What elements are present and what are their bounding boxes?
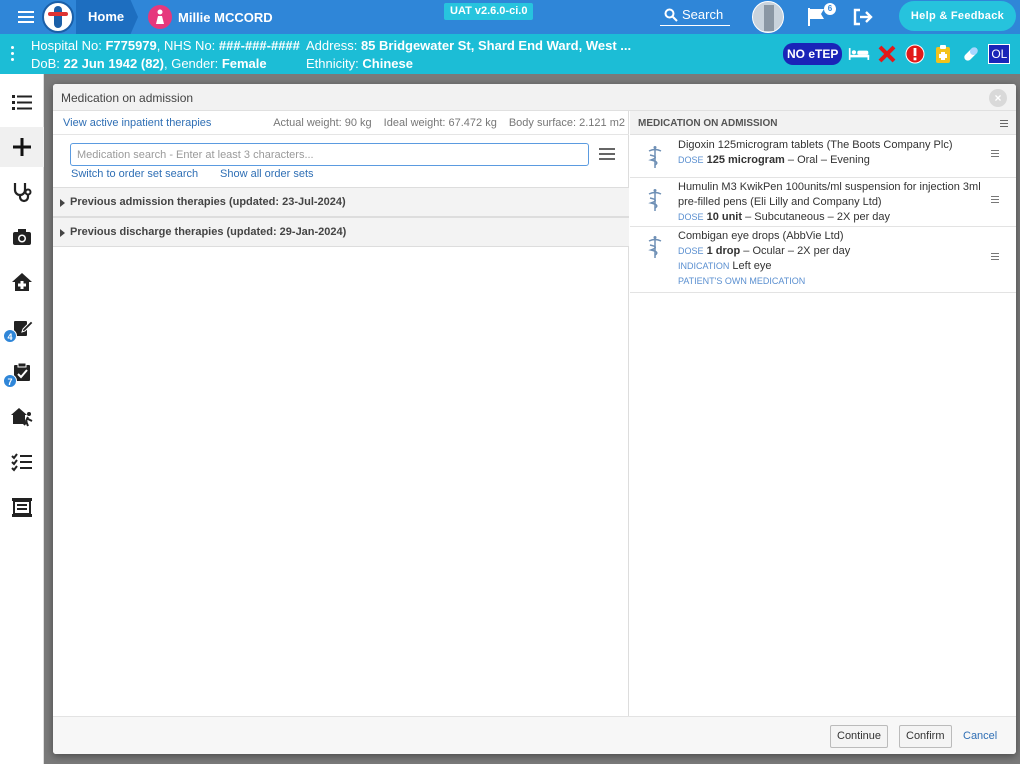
logout-button[interactable] [852,7,874,27]
sidebar-item-tasks[interactable]: 7 [0,352,44,392]
plus-icon [13,138,31,156]
medication-indication: INDICATION Left eye [678,260,772,272]
medication-search-input[interactable] [70,143,589,166]
medication-search-pane: View active inpatient therapies Actual w… [53,111,629,716]
medication-item[interactable]: Combigan eye drops (AbbVie Ltd) DOSE 1 d… [630,227,1016,293]
drag-handle-icon[interactable] [991,196,999,205]
medication-name: Digoxin 125microgram tablets (The Boots … [678,139,953,151]
medication-name: Humulin M3 KwikPen 100units/ml suspensio… [678,181,981,208]
sidebar-item-list[interactable] [0,82,44,122]
patient-banner: Hospital No: F775979, NHS No: ###-###-##… [0,34,1020,74]
search-label: Search [682,7,724,22]
sidebar-item-add[interactable] [0,127,44,167]
dialog-footer: Continue Confirm Cancel [53,716,1016,754]
house-medical-icon [12,273,32,291]
top-navigation-bar: Home Millie MCCORD UAT v2.6.0-ci.0 Searc… [0,0,1020,34]
search-icon [664,8,678,22]
caduceus-icon [648,189,662,211]
camera-icon [13,229,31,245]
sidebar-item-checklist[interactable] [0,442,44,482]
cancel-link[interactable]: Cancel [963,730,997,742]
drag-handle-icon[interactable] [991,150,999,159]
actual-weight: Actual weight: 90 kg [273,117,372,129]
caduceus-icon [648,236,662,258]
pill-icon[interactable] [960,43,982,65]
caret-right-icon [60,199,65,207]
flag-count-badge: 6 [824,3,836,15]
stethoscope-icon [13,183,32,203]
caret-right-icon [60,229,65,237]
patients-own-medication-tag: PATIENT'S OWN MEDICATION [678,276,806,286]
patient-demographics: DoB: 22 Jun 1942 (82), Gender: Female [31,56,267,71]
sidebar-item-discharge[interactable] [0,397,44,437]
help-feedback-button[interactable]: Help & Feedback [899,1,1016,31]
medication-item[interactable]: Digoxin 125microgram tablets (The Boots … [630,135,1016,178]
logout-icon [853,8,873,26]
user-avatar[interactable] [752,1,784,33]
previous-admission-therapies-accordion[interactable]: Previous admission therapies (updated: 2… [53,187,629,217]
medication-name: Combigan eye drops (AbbVie Ltd) [678,230,844,242]
patient-measurements-row: View active inpatient therapies Actual w… [53,111,629,135]
patient-address: Address: 85 Bridgewater St, Shard End Wa… [306,38,632,53]
ideal-weight: Ideal weight: 67.472 kg [383,117,497,129]
medication-dose: DOSE 10 unit – Subcutaneous – 2X per day [678,211,891,223]
breadcrumb-patient[interactable]: Millie MCCORD [148,0,273,34]
ward-board-icon [12,498,32,517]
previous-discharge-therapies-accordion[interactable]: Previous discharge therapies (updated: 2… [53,217,629,247]
search-options-menu-icon[interactable] [599,148,615,160]
no-etep-badge[interactable]: NO eTEP [783,43,843,65]
caduceus-icon [648,146,662,168]
clipboard-icon[interactable] [932,43,954,65]
list-icon [12,95,32,110]
medication-dose: DOSE 1 drop – Ocular – 2X per day [678,245,851,257]
show-all-order-sets-link[interactable]: Show all order sets [220,168,314,180]
flags-button[interactable]: 6 [806,3,836,28]
global-search-button[interactable]: Search [660,4,730,26]
medication-dose: DOSE 125 microgram – Oral – Evening [678,154,870,166]
medication-item[interactable]: Humulin M3 KwikPen 100units/ml suspensio… [630,178,1016,227]
continue-button[interactable]: Continue [830,725,889,748]
list-title: MEDICATION ON ADMISSION [638,118,778,129]
menu-icon[interactable] [18,11,34,23]
medication-on-admission-list: MEDICATION ON ADMISSION Digoxin 125micro… [630,111,1016,716]
ol-badge[interactable]: OL [988,44,1011,64]
drag-handle-icon[interactable] [991,253,999,262]
patient-ethnicity: Ethnicity: Chinese [306,56,413,71]
app-logo[interactable] [42,1,74,33]
confirm-button[interactable]: Confirm [899,725,952,748]
patient-name: Millie MCCORD [178,9,273,25]
checklist-icon [11,453,32,472]
list-header: MEDICATION ON ADMISSION [630,111,1016,135]
sidebar-item-prescriptions[interactable]: 4 [0,307,44,347]
female-patient-icon [148,5,172,29]
patient-banner-menu-icon[interactable] [11,46,15,64]
body-surface: Body surface: 2.121 m2 [508,117,625,129]
left-sidebar: 4 7 [0,74,44,764]
cross-alert-icon[interactable] [876,43,898,65]
dialog-title: Medication on admission [61,91,194,105]
tasks-count-badge: 7 [3,374,17,388]
environment-tag: UAT v2.6.0-ci.0 [444,3,534,20]
sidebar-item-camera[interactable] [0,217,44,257]
sidebar-item-ward-board[interactable] [0,487,44,527]
breadcrumb-home[interactable]: Home [76,0,138,34]
medication-on-admission-dialog: Medication on admission × View active in… [53,84,1016,754]
sidebar-item-home-care[interactable] [0,262,44,302]
allergy-alert-icon[interactable] [904,43,926,65]
house-walking-icon [11,408,33,427]
switch-to-order-set-link[interactable]: Switch to order set search [71,168,198,180]
dialog-header: Medication on admission × [53,84,1016,111]
sidebar-item-clinical[interactable] [0,172,44,212]
bed-icon[interactable] [848,43,870,65]
prescriptions-count-badge: 4 [3,329,17,343]
list-menu-icon[interactable] [1000,120,1008,129]
patient-alert-icons: NO eTEP OL [783,42,1011,66]
patient-measurements: Actual weight: 90 kg Ideal weight: 67.47… [273,117,625,129]
close-icon[interactable]: × [989,89,1007,107]
view-active-therapies-link[interactable]: View active inpatient therapies [63,117,211,129]
patient-ids: Hospital No: F775979, NHS No: ###-###-##… [31,38,300,53]
